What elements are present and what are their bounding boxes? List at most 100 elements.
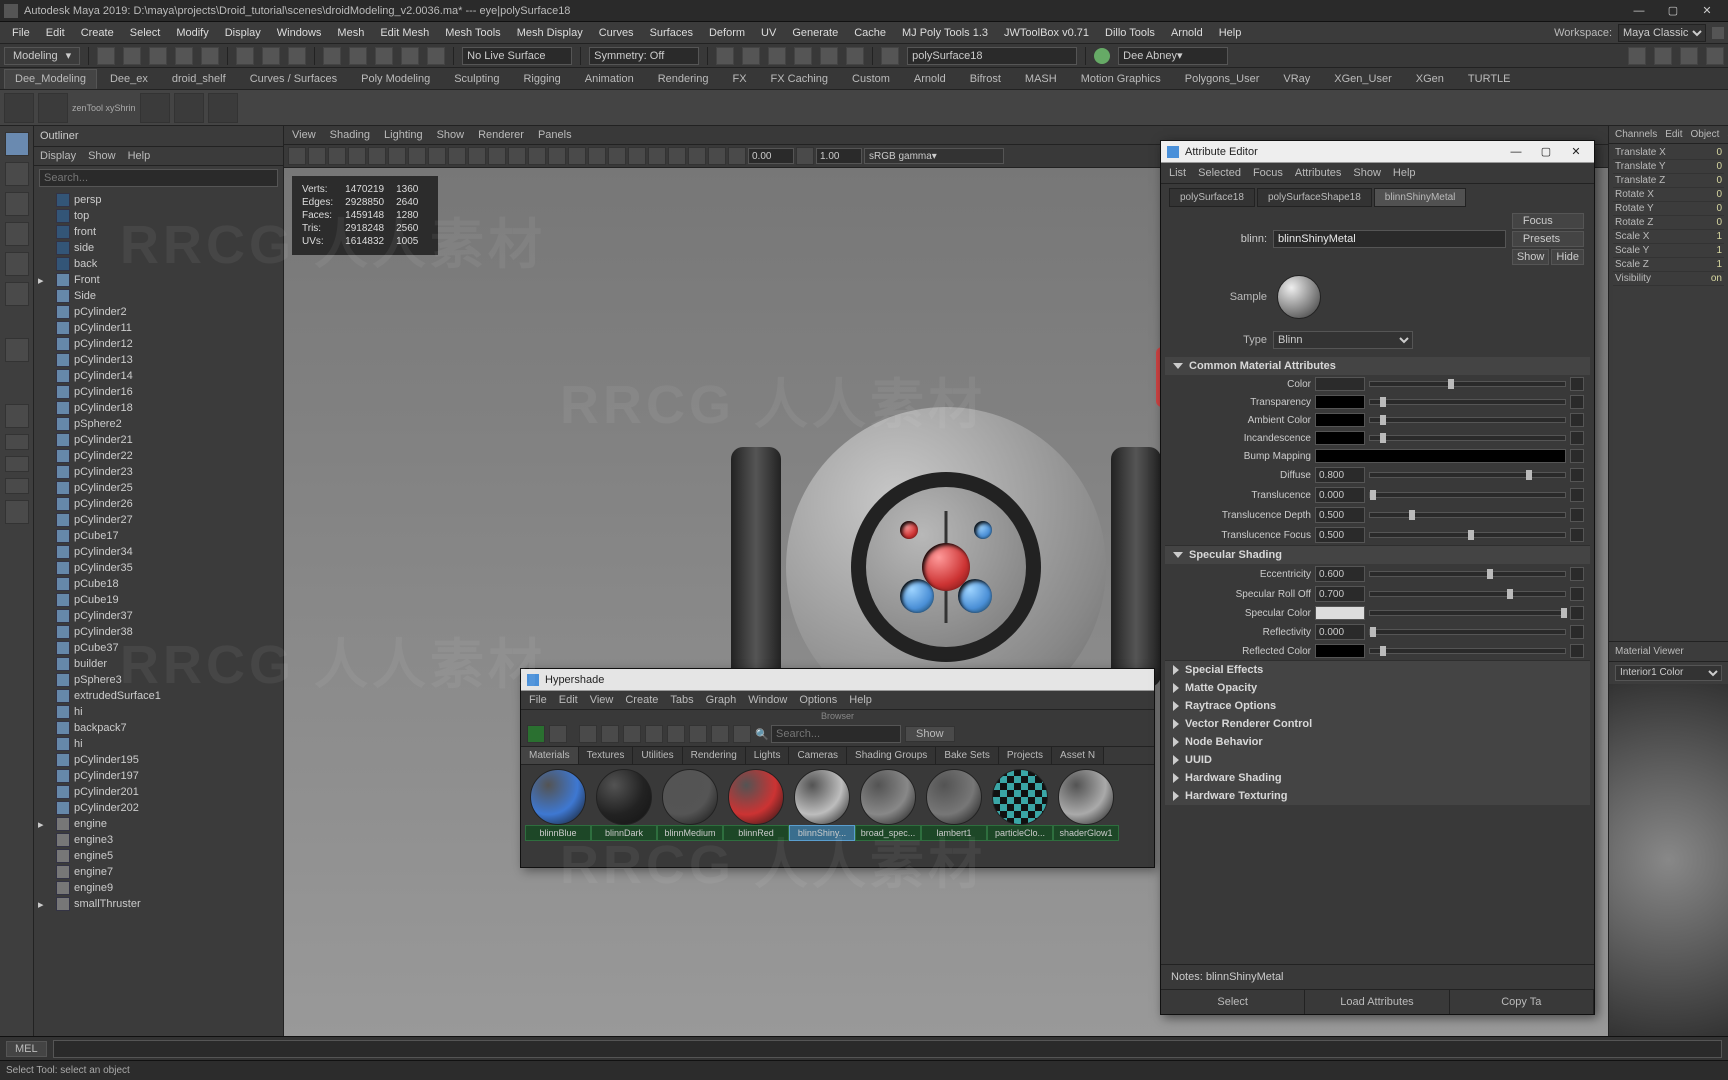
- playblast-icon[interactable]: [820, 47, 838, 65]
- attr-slider[interactable]: [1369, 532, 1566, 538]
- channel-value[interactable]: on: [1711, 273, 1722, 284]
- attr-slider[interactable]: [1369, 435, 1566, 441]
- outliner-list[interactable]: persp top front side back▸Front Side pCy…: [34, 190, 283, 1036]
- ae-menu-show[interactable]: Show: [1353, 167, 1381, 179]
- hs-toggle2-icon[interactable]: [549, 725, 567, 743]
- material-swatch[interactable]: particleClo...: [987, 769, 1053, 841]
- outliner-item[interactable]: back: [34, 256, 283, 272]
- hs-menu-window[interactable]: Window: [748, 694, 787, 706]
- ae-maximize-button[interactable]: ▢: [1534, 145, 1558, 158]
- section-vector-renderer-control-header[interactable]: Vector Renderer Control: [1165, 715, 1590, 733]
- color-swatch[interactable]: [1315, 413, 1365, 427]
- outliner-item[interactable]: pCylinder35: [34, 560, 283, 576]
- channel-item[interactable]: Scale Y1: [1613, 244, 1724, 258]
- outliner-item[interactable]: backpack7: [34, 720, 283, 736]
- outliner-item[interactable]: pCylinder12: [34, 336, 283, 352]
- menu-edit-mesh[interactable]: Edit Mesh: [372, 25, 437, 41]
- attr-slider[interactable]: [1369, 399, 1566, 405]
- shelf-tool-5-icon[interactable]: [208, 93, 238, 123]
- attribute-editor-window[interactable]: Attribute Editor — ▢ ✕ ListSelectedFocus…: [1160, 140, 1595, 1015]
- vp-field-chart-icon[interactable]: [448, 147, 466, 165]
- hs-view-grid-icon[interactable]: [601, 725, 619, 743]
- snap-point-icon[interactable]: [375, 47, 393, 65]
- ch-menu-object[interactable]: Object: [1691, 129, 1720, 140]
- vp-film-gate-icon[interactable]: [388, 147, 406, 165]
- vp-menu-view[interactable]: View: [292, 129, 316, 141]
- outliner-item[interactable]: builder: [34, 656, 283, 672]
- vp-menu-lighting[interactable]: Lighting: [384, 129, 423, 141]
- workspace-select[interactable]: Maya Classic: [1618, 24, 1706, 42]
- hs-tab-shading-groups[interactable]: Shading Groups: [847, 747, 936, 764]
- ae-menu-attributes[interactable]: Attributes: [1295, 167, 1341, 179]
- outliner-item[interactable]: pCylinder25: [34, 480, 283, 496]
- vp-resolution-gate-icon[interactable]: [408, 147, 426, 165]
- vp-safe-title-icon[interactable]: [488, 147, 506, 165]
- material-swatch[interactable]: shaderGlow1: [1053, 769, 1119, 841]
- snap-live-icon[interactable]: [427, 47, 445, 65]
- hs-menu-view[interactable]: View: [590, 694, 614, 706]
- ae-menu-help[interactable]: Help: [1393, 167, 1416, 179]
- menu-mesh[interactable]: Mesh: [329, 25, 372, 41]
- outliner-item[interactable]: pCube18: [34, 576, 283, 592]
- section-raytrace-options-header[interactable]: Raytrace Options: [1165, 697, 1590, 715]
- map-button-icon[interactable]: [1570, 644, 1584, 658]
- toolbox-icon[interactable]: [1628, 47, 1646, 65]
- shelf-tab-droid-shelf[interactable]: droid_shelf: [161, 69, 237, 89]
- hs-tab-asset-n[interactable]: Asset N: [1052, 747, 1104, 764]
- history-icon[interactable]: [716, 47, 734, 65]
- menu-windows[interactable]: Windows: [269, 25, 330, 41]
- outliner-item[interactable]: pCylinder16: [34, 384, 283, 400]
- channel-item[interactable]: Scale Z1: [1613, 258, 1724, 272]
- ae-menu-focus[interactable]: Focus: [1253, 167, 1283, 179]
- hs-tab-bake-sets[interactable]: Bake Sets: [936, 747, 999, 764]
- outliner-item[interactable]: ▸Front: [34, 272, 283, 288]
- vp-select-camera-icon[interactable]: [288, 147, 306, 165]
- vp-menu-renderer[interactable]: Renderer: [478, 129, 524, 141]
- vp-exposure-value[interactable]: 0.00: [748, 148, 794, 164]
- map-button-icon[interactable]: [1570, 587, 1584, 601]
- outliner-search-input[interactable]: [39, 169, 278, 187]
- vp-gamma-value[interactable]: 1.00: [816, 148, 862, 164]
- attr-slider[interactable]: [1369, 472, 1566, 478]
- ae-close-button[interactable]: ✕: [1564, 145, 1588, 158]
- attr-slider[interactable]: [1369, 648, 1566, 654]
- menu-select[interactable]: Select: [122, 25, 169, 41]
- shelf-tab-animation[interactable]: Animation: [574, 69, 645, 89]
- map-button-icon[interactable]: [1570, 468, 1584, 482]
- shelf-tab-fx-caching[interactable]: FX Caching: [760, 69, 839, 89]
- section-matte-opacity-header[interactable]: Matte Opacity: [1165, 679, 1590, 697]
- vp-exposure-icon[interactable]: [728, 147, 746, 165]
- hs-menu-file[interactable]: File: [529, 694, 547, 706]
- hs-tab-projects[interactable]: Projects: [999, 747, 1052, 764]
- hs-tab-cameras[interactable]: Cameras: [789, 747, 847, 764]
- hs-menu-help[interactable]: Help: [849, 694, 872, 706]
- outliner-item[interactable]: hi: [34, 736, 283, 752]
- select-tool-icon[interactable]: [5, 132, 29, 156]
- vp-shadows-icon[interactable]: [588, 147, 606, 165]
- channel-value[interactable]: 0: [1716, 175, 1722, 186]
- shelf-tab-poly-modeling[interactable]: Poly Modeling: [350, 69, 441, 89]
- material-swatch[interactable]: blinnBlue: [525, 769, 591, 841]
- outliner-item[interactable]: pCylinder18: [34, 400, 283, 416]
- menu-mesh-tools[interactable]: Mesh Tools: [437, 25, 508, 41]
- map-button-icon[interactable]: [1570, 449, 1584, 463]
- shelf-tool-4-icon[interactable]: [174, 93, 204, 123]
- color-swatch[interactable]: [1315, 377, 1365, 391]
- vp-gamma-icon[interactable]: [796, 147, 814, 165]
- hypershade-search-input[interactable]: [771, 725, 901, 743]
- channel-item[interactable]: Visibilityon: [1613, 272, 1724, 286]
- section-node-behavior-header[interactable]: Node Behavior: [1165, 733, 1590, 751]
- ae-tab-polysurface18[interactable]: polySurface18: [1169, 188, 1255, 207]
- menu-create[interactable]: Create: [73, 25, 122, 41]
- menu-help[interactable]: Help: [1211, 25, 1250, 41]
- outliner-menu-help[interactable]: Help: [128, 150, 151, 162]
- shelf-tool-3-icon[interactable]: [140, 93, 170, 123]
- map-button-icon[interactable]: [1570, 395, 1584, 409]
- outliner-item[interactable]: extrudedSurface1: [34, 688, 283, 704]
- snap-grid-icon[interactable]: [323, 47, 341, 65]
- material-swatch[interactable]: broad_spec...: [855, 769, 921, 841]
- menu-cache[interactable]: Cache: [846, 25, 894, 41]
- outliner-item[interactable]: pCylinder38: [34, 624, 283, 640]
- modeling-toolkit-icon[interactable]: [1654, 47, 1672, 65]
- attr-editor-titlebar[interactable]: Attribute Editor — ▢ ✕: [1161, 141, 1594, 163]
